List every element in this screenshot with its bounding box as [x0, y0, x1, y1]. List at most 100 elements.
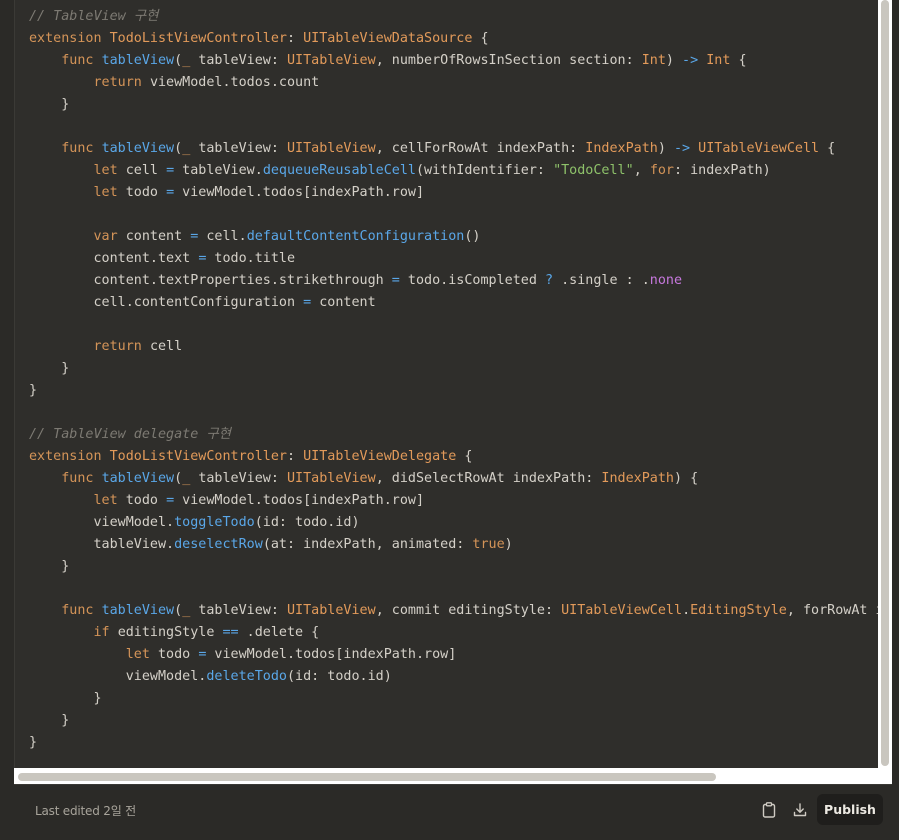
code-token-plain: {: [472, 31, 489, 46]
code-token-keyword: return: [93, 75, 150, 90]
code-token-plain: tableView:: [198, 471, 287, 486]
code-token-plain: }: [29, 383, 38, 398]
code-token-plain: }: [29, 713, 70, 728]
code-token-type: TodoListViewController: [109, 449, 287, 464]
code-token-plain: cell.contentConfiguration: [29, 295, 304, 310]
code-token-keyword: extension: [29, 31, 110, 46]
code-line: tableView.deselectRow(at: indexPath, ani…: [29, 534, 879, 556]
code-line: if editingStyle == .delete {: [29, 622, 879, 644]
code-token-type: UITableView: [287, 141, 376, 156]
code-token-plain: {: [456, 449, 473, 464]
code-line: cell.contentConfiguration = content: [29, 292, 879, 314]
code-token-plain: (withIdentifier:: [416, 163, 554, 178]
code-token-plain: (: [174, 141, 183, 156]
code-token-plain: : indexPath): [674, 163, 771, 178]
code-token-plain: ): [665, 53, 683, 68]
code-token-func: tableView: [101, 471, 175, 486]
code-token-plain: content.textProperties.strikethrough: [29, 273, 392, 288]
code-token-func: deleteTodo: [206, 669, 287, 684]
code-token-type: IndexPath: [585, 141, 658, 156]
code-token-plain: tableView:: [198, 141, 287, 156]
code-line: }: [29, 556, 879, 578]
code-token-func: tableView: [101, 603, 175, 618]
code-token-type: UITableViewDataSource: [303, 31, 473, 46]
code-block: // TableView 구현 extension TodoListViewCon…: [29, 6, 879, 754]
code-token-plain: tableView.: [174, 163, 263, 178]
code-token-type: Int: [641, 53, 666, 68]
code-token-plain: todo: [158, 647, 199, 662]
code-line: let cell = tableView.dequeueReusableCell…: [29, 160, 879, 182]
code-token-keyword: let: [93, 185, 126, 200]
code-line: viewModel.toggleTodo(id: todo.id): [29, 512, 879, 534]
code-line: }: [29, 358, 879, 380]
code-token-plain: (id: todo.id): [254, 515, 360, 530]
code-token-plain: }: [29, 97, 70, 112]
copy-button[interactable]: [759, 800, 779, 820]
code-token-func: toggleTodo: [174, 515, 255, 530]
code-token-plain: viewModel.todos[indexPath.row]: [174, 493, 425, 508]
code-token-plain: ) {: [673, 471, 699, 486]
code-token-op: =: [166, 493, 175, 508]
code-token-keyword: extension: [29, 449, 110, 464]
code-token-plain: content.text: [29, 251, 199, 266]
footer-bar: Last edited 2일 전 Publish: [14, 784, 892, 835]
code-line: func tableView(_ tableView: UITableView,…: [29, 50, 879, 72]
code-line: viewModel.deleteTodo(id: todo.id): [29, 666, 879, 688]
code-token-type: Int: [706, 53, 731, 68]
download-button[interactable]: [790, 800, 810, 820]
code-token-plain: {: [730, 53, 747, 68]
code-token-op: =: [166, 163, 175, 178]
code-line: content.textProperties.strikethrough = t…: [29, 270, 879, 292]
code-token-type: EditingStyle: [690, 603, 787, 618]
code-token-plain: cell.: [198, 229, 247, 244]
code-token-plain: content: [125, 229, 191, 244]
code-token-keyword: return: [93, 339, 150, 354]
code-token-op: =: [166, 185, 175, 200]
code-token-op: ->: [673, 141, 691, 156]
code-token-plain: (: [174, 603, 183, 618]
code-token-plain: viewModel.: [29, 515, 175, 530]
vertical-scrollbar-thumb[interactable]: [881, 0, 889, 766]
artifact-viewer: // TableView 구현 extension TodoListViewCon…: [0, 0, 899, 840]
code-token-plain: ): [657, 141, 674, 156]
code-token-plain: (at: indexPath, animated:: [262, 537, 473, 552]
code-token-type: UITableViewCell: [698, 141, 820, 156]
code-token-plain: (: [174, 53, 183, 68]
code-token-type: UITableView: [287, 471, 376, 486]
code-token-plain: viewModel.todos[indexPath.row]: [206, 647, 457, 662]
code-line: let todo = viewModel.todos[indexPath.row…: [29, 182, 879, 204]
code-token-plain: todo: [125, 493, 167, 508]
code-token-plain: (id: todo.id): [287, 669, 392, 684]
code-token-plain: tableView:: [198, 53, 287, 68]
code-token-keyword: func: [61, 53, 102, 68]
code-token-plain: }: [29, 735, 38, 750]
horizontal-scrollbar-thumb[interactable]: [18, 773, 716, 781]
code-token-plain: tableView:: [198, 603, 287, 618]
code-token-func: tableView: [101, 141, 175, 156]
code-token-keyword: if: [93, 625, 118, 640]
code-token-plain: :: [287, 449, 304, 464]
code-token-plain: todo.title: [206, 251, 296, 266]
code-token-func: tableView: [101, 53, 175, 68]
code-token-keyword: var: [93, 229, 126, 244]
publish-button[interactable]: Publish: [817, 794, 883, 825]
code-token-type: UITableView: [287, 53, 376, 68]
code-token-string: "TodoCell": [553, 163, 634, 178]
code-token-func: deselectRow: [174, 537, 263, 552]
code-line: }: [29, 710, 879, 732]
code-token-plain: .single : .: [553, 273, 650, 288]
code-token-func: defaultContentConfiguration: [246, 229, 465, 244]
code-token-keyword: _: [182, 603, 199, 618]
last-edited-label: Last edited 2일 전: [35, 804, 136, 818]
code-token-plain: content: [311, 295, 376, 310]
code-token-op: =: [303, 295, 312, 310]
